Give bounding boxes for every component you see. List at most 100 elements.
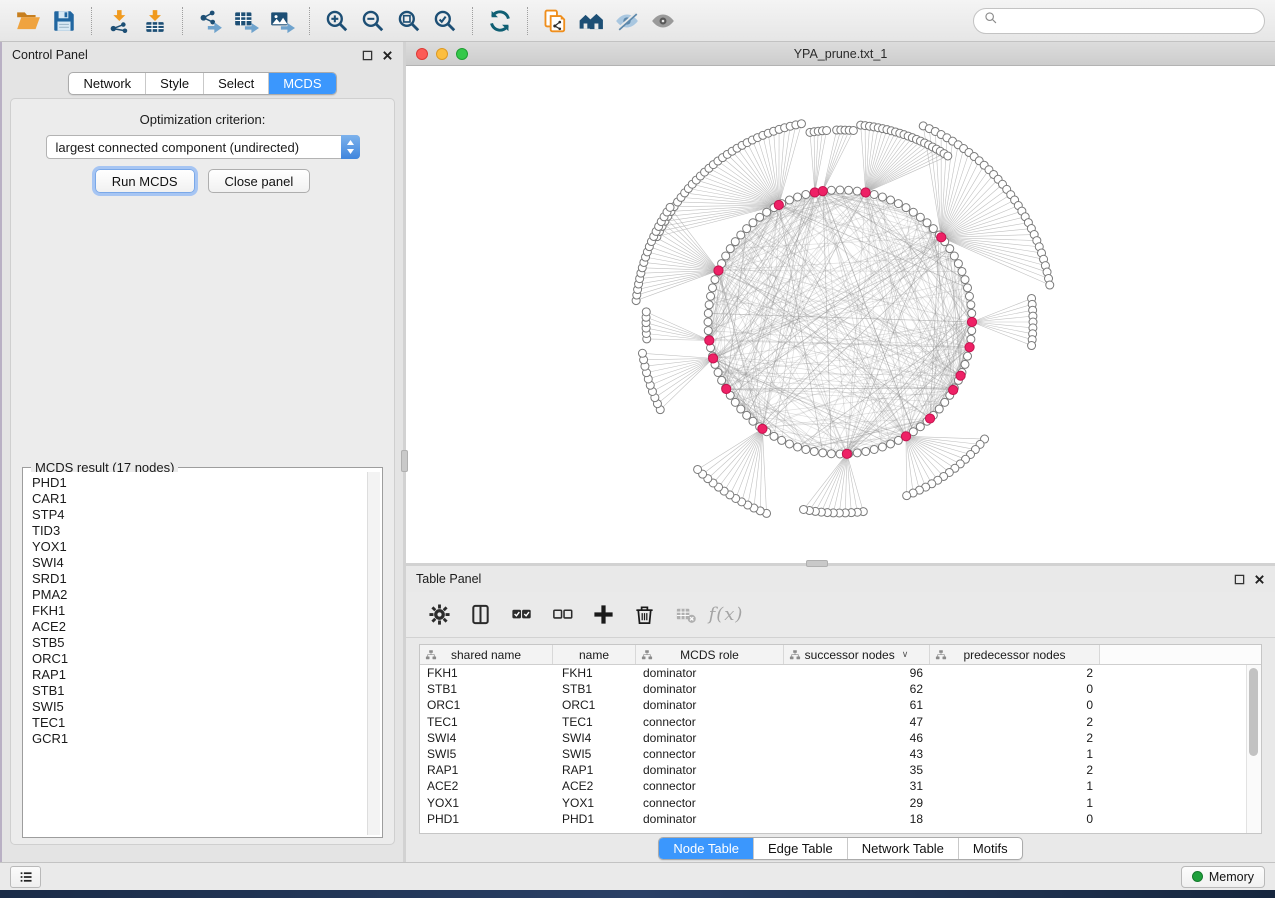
refresh-network-button[interactable] <box>482 4 518 38</box>
dominator-node[interactable] <box>818 187 827 196</box>
graph-node[interactable] <box>763 208 771 216</box>
dominator-node[interactable] <box>722 384 731 393</box>
graph-node[interactable] <box>802 446 810 454</box>
columns-button[interactable] <box>467 602 493 628</box>
graph-node[interactable] <box>961 360 969 368</box>
graph-node[interactable] <box>958 267 966 275</box>
dominator-node[interactable] <box>925 414 934 423</box>
graph-node[interactable] <box>849 126 857 134</box>
result-item[interactable]: ORC1 <box>32 651 366 667</box>
graph-node[interactable] <box>704 327 712 335</box>
result-item[interactable]: TID3 <box>32 523 366 539</box>
duplicate-network-button[interactable] <box>537 4 573 38</box>
graph-node[interactable] <box>853 187 861 195</box>
result-item[interactable]: FKH1 <box>32 603 366 619</box>
graph-node[interactable] <box>666 203 674 211</box>
result-item[interactable]: SRD1 <box>32 571 366 587</box>
deselect-all-button[interactable] <box>549 602 575 628</box>
graph-node[interactable] <box>785 196 793 204</box>
dominator-node[interactable] <box>705 336 714 345</box>
graph-node[interactable] <box>950 252 958 260</box>
graph-node[interactable] <box>731 398 739 406</box>
graph-node[interactable] <box>810 447 818 455</box>
zoom-fit-button[interactable] <box>391 4 427 38</box>
graph-node[interactable] <box>778 436 786 444</box>
graph-node[interactable] <box>708 284 716 292</box>
result-item[interactable]: RAP1 <box>32 667 366 683</box>
zoom-selected-button[interactable] <box>427 4 463 38</box>
graph-node[interactable] <box>968 309 976 317</box>
result-item[interactable]: YOX1 <box>32 539 366 555</box>
result-item[interactable]: PHD1 <box>32 475 366 491</box>
graph-node[interactable] <box>711 276 719 284</box>
run-mcds-button[interactable]: Run MCDS <box>95 169 195 193</box>
dominator-node[interactable] <box>774 200 783 209</box>
table-row[interactable]: STB1STB1dominator620 <box>420 681 1246 697</box>
graph-node[interactable] <box>802 190 810 198</box>
search-input[interactable] <box>1005 13 1255 28</box>
add-column-button[interactable] <box>590 602 616 628</box>
result-item[interactable]: STB1 <box>32 683 366 699</box>
graph-node[interactable] <box>823 126 831 134</box>
table-scrollbar[interactable] <box>1246 665 1261 833</box>
zoom-in-button[interactable] <box>319 4 355 38</box>
graph-node[interactable] <box>714 369 722 377</box>
graph-node[interactable] <box>967 301 975 309</box>
graph-node[interactable] <box>785 440 793 448</box>
graph-node[interactable] <box>1046 281 1054 289</box>
tab-node-table[interactable]: Node Table <box>659 838 753 859</box>
result-item[interactable]: SWI4 <box>32 555 366 571</box>
graph-node[interactable] <box>961 276 969 284</box>
graph-node[interactable] <box>967 335 975 343</box>
result-item[interactable]: STB5 <box>32 635 366 651</box>
graph-node[interactable] <box>800 505 808 513</box>
open-file-button[interactable] <box>10 4 46 38</box>
graph-node[interactable] <box>909 208 917 216</box>
search-box[interactable] <box>973 8 1265 34</box>
memory-button[interactable]: Memory <box>1181 866 1265 888</box>
result-item[interactable]: STP4 <box>32 507 366 523</box>
zoom-out-button[interactable] <box>355 4 391 38</box>
result-item[interactable]: CAR1 <box>32 491 366 507</box>
graph-node[interactable] <box>718 376 726 384</box>
dominator-node[interactable] <box>861 188 870 197</box>
graph-node[interactable] <box>968 327 976 335</box>
criterion-select[interactable]: largest connected component (undirected) <box>46 135 360 159</box>
minimize-window-icon[interactable] <box>436 48 448 60</box>
graph-node[interactable] <box>642 308 650 316</box>
graph-node[interactable] <box>707 292 715 300</box>
table-row[interactable]: FKH1FKH1dominator962 <box>420 665 1246 681</box>
export-table-button[interactable] <box>228 4 264 38</box>
graph-node[interactable] <box>797 120 805 128</box>
select-all-button[interactable] <box>508 602 534 628</box>
table-scrollbar-thumb[interactable] <box>1249 668 1258 756</box>
tab-network[interactable]: Network <box>69 73 145 94</box>
dominator-node[interactable] <box>842 449 851 458</box>
graph-node[interactable] <box>887 440 895 448</box>
close-window-icon[interactable] <box>416 48 428 60</box>
graph-node[interactable] <box>794 193 802 201</box>
graph-node[interactable] <box>638 349 646 357</box>
table-row[interactable]: ORC1ORC1dominator610 <box>420 697 1246 713</box>
horizontal-splitter[interactable] <box>406 563 1275 566</box>
graph-node[interactable] <box>756 213 764 221</box>
dominator-node[interactable] <box>956 371 965 380</box>
dominator-node[interactable] <box>937 233 946 242</box>
graph-node[interactable] <box>731 238 739 246</box>
maximize-window-icon[interactable] <box>456 48 468 60</box>
graph-node[interactable] <box>941 398 949 406</box>
result-item[interactable]: PMA2 <box>32 587 366 603</box>
graph-node[interactable] <box>770 432 778 440</box>
graph-node[interactable] <box>870 446 878 454</box>
delete-table-button[interactable] <box>672 602 698 628</box>
table-row[interactable]: SWI5SWI5connector431 <box>420 746 1246 762</box>
graph-node[interactable] <box>935 405 943 413</box>
graph-node[interactable] <box>827 450 835 458</box>
graph-node[interactable] <box>944 152 952 160</box>
vertical-splitter-handle[interactable] <box>401 450 408 472</box>
export-image-button[interactable] <box>264 4 300 38</box>
dominator-node[interactable] <box>758 424 767 433</box>
dominator-node[interactable] <box>714 266 723 275</box>
graph-node[interactable] <box>737 405 745 413</box>
task-history-button[interactable] <box>10 866 41 888</box>
